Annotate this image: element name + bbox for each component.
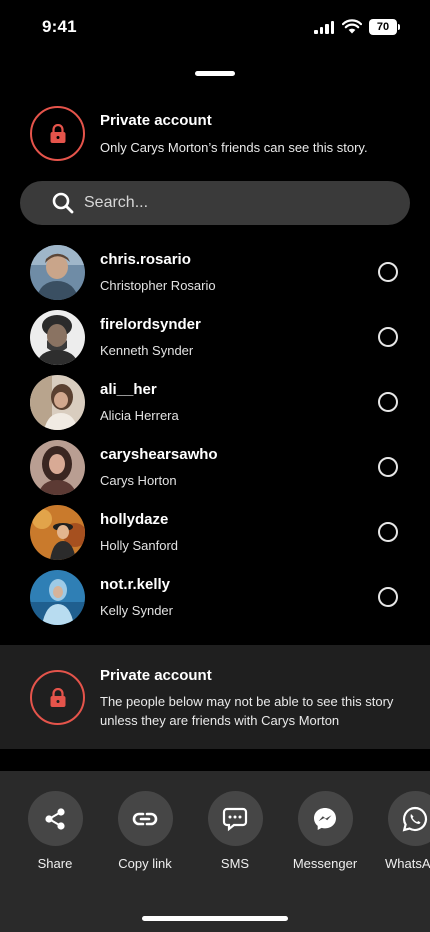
select-radio[interactable] [378,262,398,282]
privacy-notice: Private account Only Carys Morton’s frie… [30,106,410,162]
panel-title: Private account [100,667,212,684]
list-item[interactable]: hollydaze Holly Sanford [0,500,430,565]
select-radio[interactable] [378,327,398,347]
share-option-copy-link[interactable]: Copy link [100,791,190,871]
share-option-label: Share [37,856,73,871]
friend-name: Alicia Herrera [100,408,179,423]
friend-name: Holly Sanford [100,538,179,553]
friend-username: caryshearsawho [100,446,218,463]
link-icon [117,791,173,846]
lock-icon [30,670,85,725]
share-icon [27,791,83,846]
privacy-title: Private account [100,112,212,129]
avatar [30,570,85,625]
list-item[interactable]: not.r.kelly Kelly Synder [0,565,430,630]
share-option-label: SMS [220,856,250,871]
cellular-signal-icon [314,21,334,34]
friend-username: chris.rosario [100,251,191,268]
share-option-label: Messenger [292,856,358,871]
avatar [30,505,85,560]
friend-username: ali__her [100,381,157,398]
search-icon [52,192,74,214]
search-input[interactable] [84,181,384,225]
avatar [30,375,85,430]
list-item[interactable]: ali__her Alicia Herrera [0,370,430,435]
avatar [30,245,85,300]
friends-list: chris.rosario Christopher Rosario firelo… [0,240,430,630]
friend-name: Kenneth Synder [100,343,194,358]
search-bar[interactable] [20,181,410,225]
friend-name: Carys Horton [100,473,177,488]
status-bar: 9:41 70 [0,0,430,54]
status-time: 9:41 [42,17,77,36]
private-account-panel: Private account The people below may not… [0,645,430,749]
friend-username: firelordsynder [100,316,201,333]
whatsapp-icon [387,791,430,846]
sheet-grabber[interactable] [195,71,235,76]
panel-description: The people below may not be able to see … [100,694,394,728]
home-indicator [142,916,288,921]
share-option-label: WhatsApp [385,856,430,871]
list-item[interactable]: caryshearsawho Carys Horton [0,435,430,500]
share-option-label: Copy link [118,856,172,871]
share-option-sms[interactable]: SMS [190,791,280,871]
friend-username: hollydaze [100,511,169,528]
select-radio[interactable] [378,522,398,542]
share-option-whatsapp[interactable]: WhatsApp [370,791,430,871]
share-option-messenger[interactable]: Messenger [280,791,370,871]
select-radio[interactable] [378,457,398,477]
lock-icon [30,106,85,161]
battery-cap [398,24,400,30]
avatar [30,440,85,495]
select-radio[interactable] [378,392,398,412]
share-sheet: Share Copy link SMS Messenger WhatsA [0,771,430,932]
messenger-icon [297,791,353,846]
list-item[interactable]: chris.rosario Christopher Rosario [0,240,430,305]
avatar [30,310,85,365]
share-option-share[interactable]: Share [10,791,100,871]
battery-icon: 70 [369,19,397,35]
friend-name: Christopher Rosario [100,278,216,293]
sms-icon [207,791,263,846]
friend-username: not.r.kelly [100,576,171,593]
wifi-icon [342,19,362,34]
list-item[interactable]: firelordsynder Kenneth Synder [0,305,430,370]
friend-name: Kelly Synder [100,603,173,618]
select-radio[interactable] [378,587,398,607]
privacy-description: Only Carys Morton’s friends can see this… [100,140,368,155]
